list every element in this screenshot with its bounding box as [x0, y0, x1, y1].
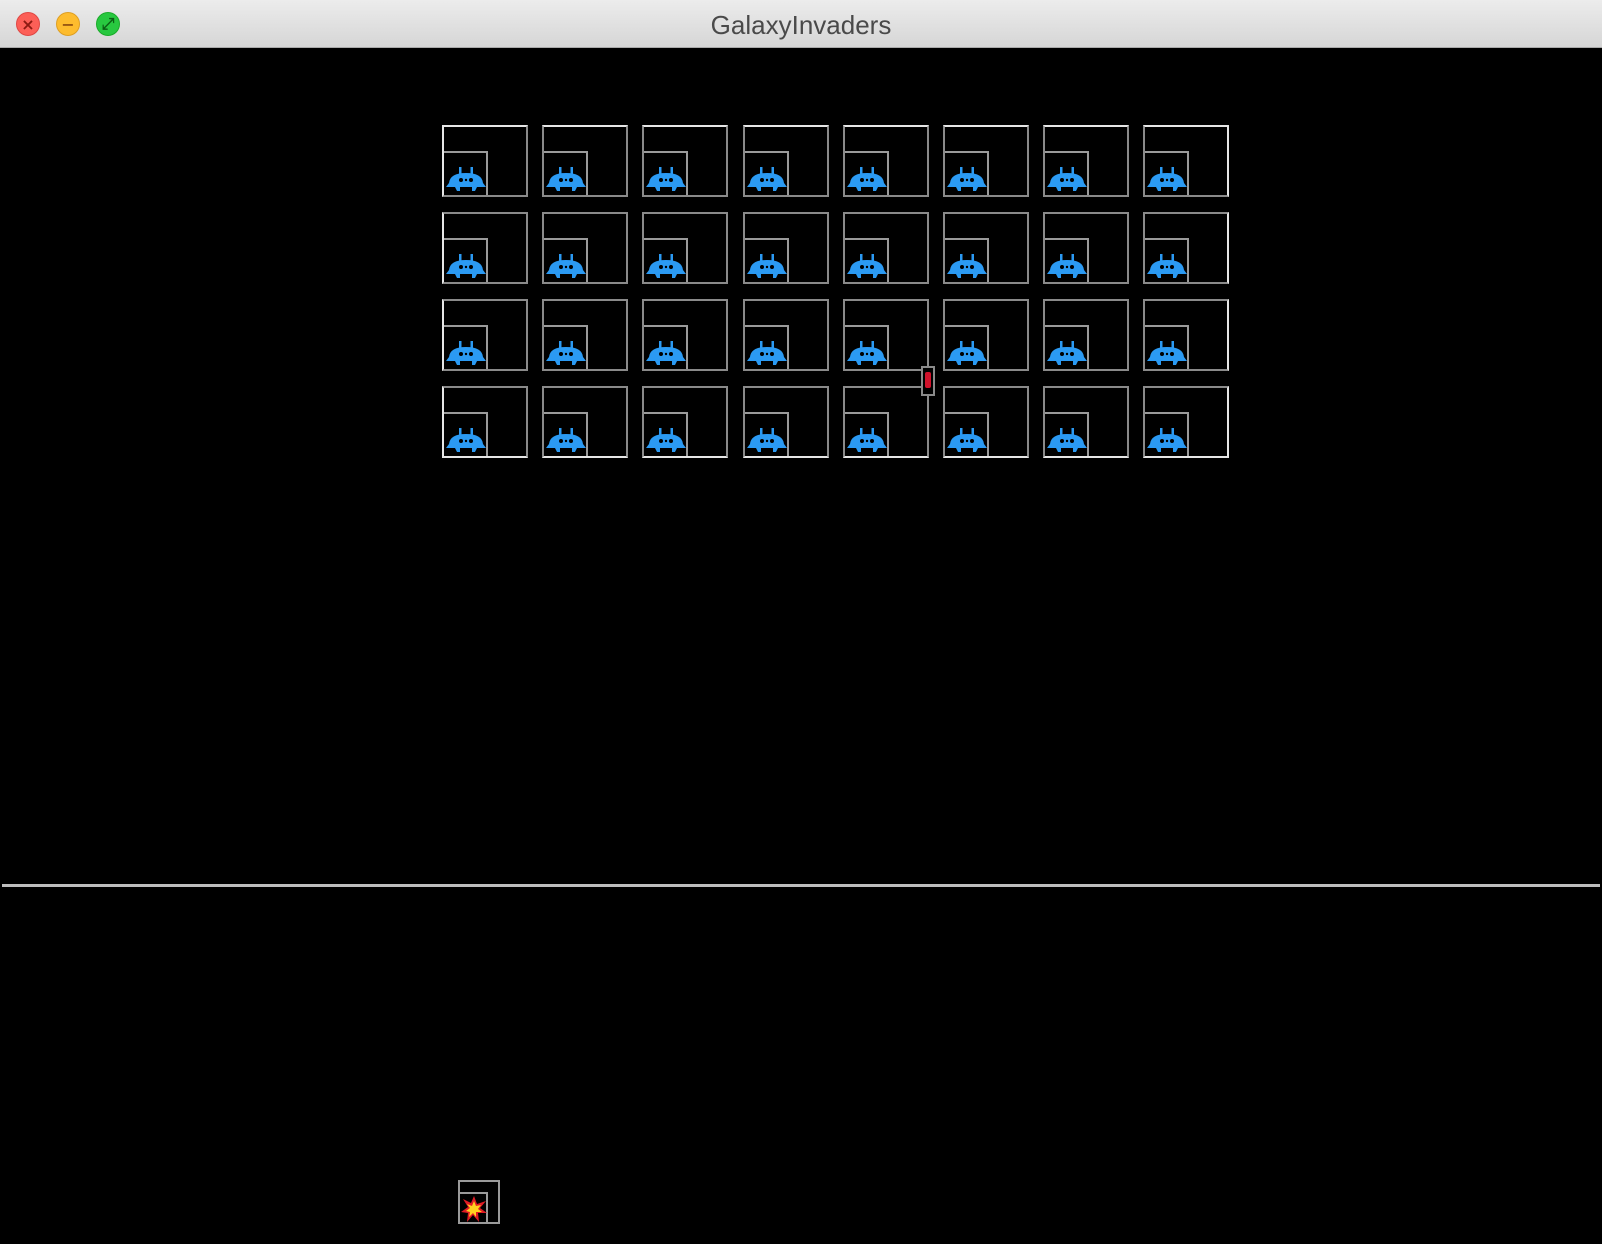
invader-icon: [1147, 254, 1187, 278]
invader-icon: [646, 428, 686, 452]
enemy-bomb: [921, 366, 935, 396]
invader-cell: [743, 125, 829, 197]
invader-cell: [1043, 299, 1129, 371]
invader-icon: [1047, 167, 1087, 191]
invader-icon: [1047, 341, 1087, 365]
invader-icon: [847, 254, 887, 278]
player-ship: [458, 1180, 500, 1224]
invader-icon: [947, 254, 987, 278]
invader-cell: [642, 386, 728, 458]
invader-icon: [646, 254, 686, 278]
invader-cell: [843, 299, 929, 371]
invader-icon: [747, 428, 787, 452]
invader-icon: [747, 167, 787, 191]
invader-cell: [542, 386, 628, 458]
invader-icon: [446, 167, 486, 191]
invader-cell: [542, 299, 628, 371]
invader-cell: [1143, 212, 1229, 284]
invader-cell: [843, 212, 929, 284]
invader-icon: [546, 428, 586, 452]
invader-fleet: [2, 48, 1600, 884]
title-bar[interactable]: × − ⤢ GalaxyInvaders: [0, 0, 1602, 48]
invader-icon: [1147, 167, 1187, 191]
invader-icon: [446, 254, 486, 278]
invader-icon: [546, 254, 586, 278]
invader-cell: [542, 212, 628, 284]
invader-cell: [943, 125, 1029, 197]
invader-cell: [1043, 212, 1129, 284]
invader-cell: [442, 386, 528, 458]
playfield-divider: [2, 884, 1600, 887]
invader-icon: [546, 341, 586, 365]
invader-cell: [943, 299, 1029, 371]
explosion-icon: [461, 1196, 487, 1222]
invader-cell: [1043, 125, 1129, 197]
invader-cell: [642, 299, 728, 371]
player-hitbox: [460, 1192, 488, 1222]
window-title: GalaxyInvaders: [710, 10, 892, 40]
invader-cell: [743, 299, 829, 371]
invader-cell: [442, 212, 528, 284]
invader-cell: [943, 386, 1029, 458]
invader-icon: [1147, 428, 1187, 452]
invader-icon: [947, 167, 987, 191]
invader-icon: [1047, 428, 1087, 452]
invader-icon: [1147, 341, 1187, 365]
invader-icon: [747, 254, 787, 278]
invader-icon: [1047, 254, 1087, 278]
game-window: × − ⤢ GalaxyInvaders: [0, 0, 1602, 1244]
invader-icon: [646, 167, 686, 191]
invader-icon: [747, 341, 787, 365]
invader-cell: [743, 386, 829, 458]
invader-icon: [646, 341, 686, 365]
invader-cell: [843, 125, 929, 197]
bomb-icon: [925, 372, 931, 388]
invader-icon: [847, 167, 887, 191]
invader-cell: [843, 386, 929, 458]
invader-cell: [1143, 386, 1229, 458]
invader-icon: [947, 428, 987, 452]
invader-icon: [847, 428, 887, 452]
invader-cell: [1043, 386, 1129, 458]
invader-cell: [642, 125, 728, 197]
game-canvas[interactable]: [2, 48, 1600, 1244]
invader-cell: [542, 125, 628, 197]
invader-icon: [847, 341, 887, 365]
invader-cell: [642, 212, 728, 284]
invader-cell: [1143, 125, 1229, 197]
invader-icon: [446, 341, 486, 365]
invader-cell: [1143, 299, 1229, 371]
invader-cell: [943, 212, 1029, 284]
invader-icon: [546, 167, 586, 191]
invader-cell: [442, 125, 528, 197]
invader-icon: [947, 341, 987, 365]
invader-icon: [446, 428, 486, 452]
invader-cell: [743, 212, 829, 284]
invader-cell: [442, 299, 528, 371]
